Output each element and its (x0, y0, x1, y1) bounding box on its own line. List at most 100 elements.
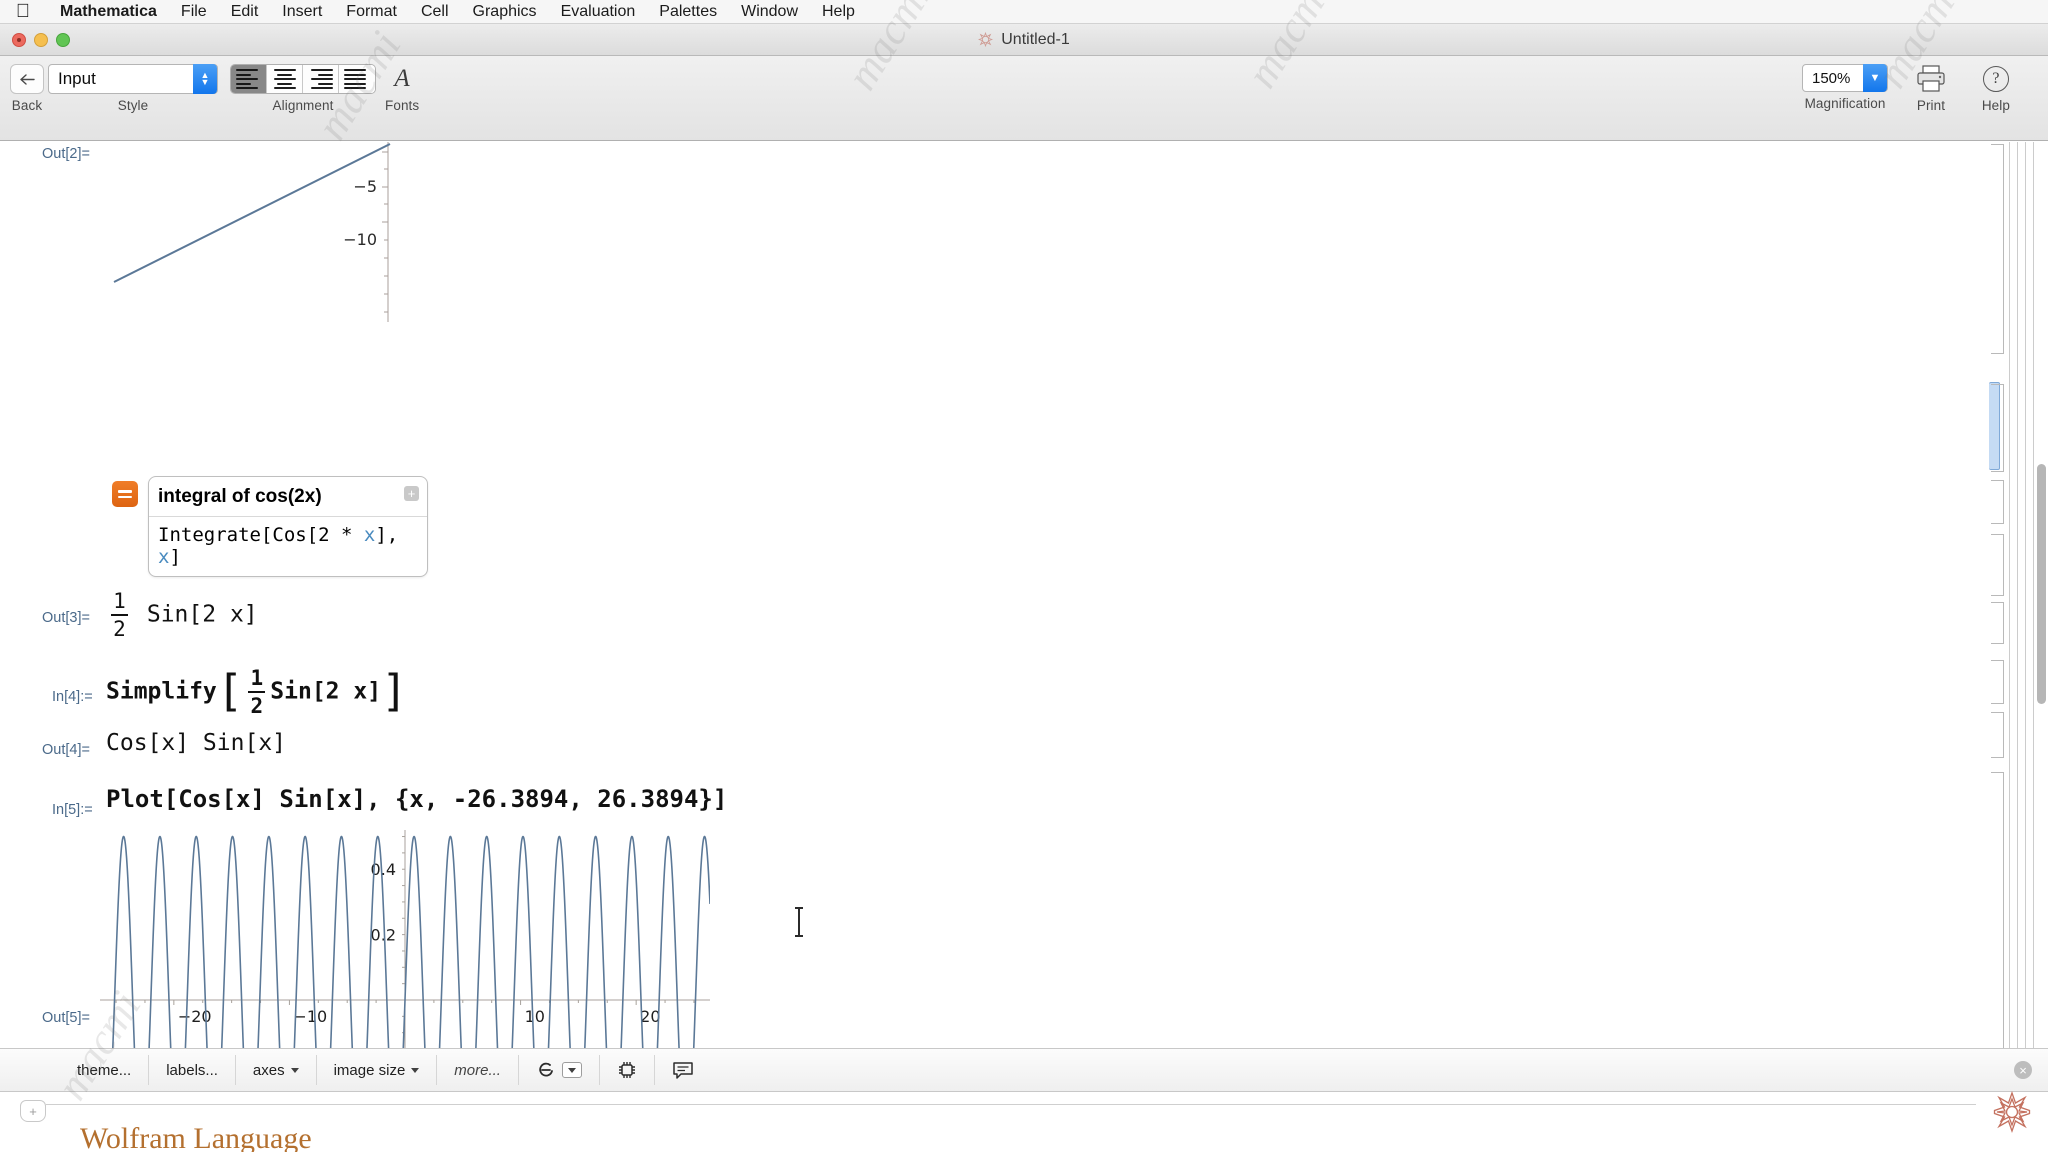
in4-label: In[4]:= (52, 689, 93, 705)
svg-text:−5: −5 (353, 177, 377, 196)
toolbar-group-fonts: A Fonts (385, 64, 419, 113)
svg-text:10: 10 (525, 1007, 545, 1026)
evaluate-icon[interactable] (536, 1060, 556, 1080)
back-button[interactable] (10, 64, 44, 94)
option-theme[interactable]: theme... (60, 1055, 150, 1085)
wolfram-spikey-logo[interactable] (1990, 1090, 2034, 1134)
help-button[interactable]: ? (1982, 66, 2009, 92)
alignment-label: Alignment (272, 98, 334, 113)
menu-item-format[interactable]: Format (334, 0, 409, 24)
align-left-button[interactable] (231, 65, 267, 93)
wolfram-spikey-icon (978, 32, 994, 47)
wolfram-alpha-icon[interactable] (112, 481, 138, 507)
window-title-wrap: Untitled-1 (978, 30, 1070, 49)
graphics-option-bar: theme... labels... axes image size more.… (0, 1048, 2048, 1092)
menu-item-graphics[interactable]: Graphics (461, 0, 549, 24)
style-select-value: Input (58, 69, 96, 88)
in4-head: Simplify (106, 678, 217, 705)
wolframalpha-input-cell[interactable]: integral of cos(2x) + Integrate[Cos[2 * … (112, 476, 428, 577)
close-optionbar-icon[interactable]: × (2014, 1061, 2032, 1079)
align-right-button[interactable] (303, 65, 339, 93)
new-cell-divider[interactable] (46, 1104, 1976, 1105)
fonts-button[interactable]: A (385, 64, 419, 94)
fraction-one-half-2: 1 2 (248, 667, 266, 717)
gear-icon[interactable] (617, 1060, 637, 1080)
maximize-window-button[interactable] (56, 33, 70, 47)
magnification-select[interactable]: 150% ▼ (1802, 64, 1888, 92)
notebook-toolbar: Back Input ▲ ▼ Style Alignment A Fonts 1… (0, 56, 2048, 141)
option-more[interactable]: more... (437, 1055, 519, 1085)
option-image-size[interactable]: image size (317, 1055, 438, 1085)
minimize-window-button[interactable] (34, 33, 48, 47)
notebook-canvas[interactable]: Out[2]= −5 −10 integral of cos(2x) + Int… (0, 142, 2048, 1152)
mathematica-window:  Mathematica File Edit Insert Format Ce… (0, 0, 2048, 1152)
in5-label: In[5]:= (52, 802, 93, 818)
align-justify-button[interactable] (339, 65, 375, 93)
in4-expression[interactable]: Simplify[ 1 2 Sin[2 x]] (106, 667, 408, 717)
magnification-dropdown-icon[interactable]: ▼ (1863, 64, 1887, 92)
out4-expression[interactable]: Cos[x] Sin[x] (106, 730, 286, 756)
insert-cell-button[interactable]: + (20, 1100, 46, 1122)
vertical-scrollbar[interactable] (2037, 464, 2046, 704)
evaluate-dropdown-icon[interactable] (561, 1062, 582, 1078)
window-title-text: Untitled-1 (1001, 30, 1070, 48)
option-settings[interactable] (600, 1055, 655, 1085)
out5-label: Out[5]= (42, 1010, 90, 1026)
font-A-icon: A (394, 65, 410, 92)
alignment-button-bar (230, 64, 376, 94)
in4-expression-rest: Sin[2 x] (270, 678, 382, 705)
toolbar-group-alignment: Alignment (230, 64, 376, 113)
text-cursor-ibeam (793, 907, 805, 937)
menu-item-cell[interactable]: Cell (409, 0, 461, 24)
align-center-button[interactable] (267, 65, 303, 93)
wolframalpha-add-icon[interactable]: + (404, 486, 419, 501)
apple-logo-icon[interactable]:  (14, 2, 32, 22)
comment-icon[interactable] (672, 1060, 694, 1080)
style-select[interactable]: Input ▲ ▼ (48, 64, 218, 94)
option-labels[interactable]: labels... (149, 1055, 236, 1085)
style-label: Style (117, 98, 149, 113)
macos-menubar:  Mathematica File Edit Insert Format Ce… (0, 0, 2048, 24)
out3-expression-rest: Sin[2 x] (146, 601, 258, 628)
wolfram-language-title: Wolfram Language (80, 1122, 312, 1152)
back-arrow-icon (19, 73, 35, 85)
svg-text:0.2: 0.2 (371, 926, 396, 945)
option-comment[interactable] (655, 1055, 711, 1085)
out2-label: Out[2]= (42, 146, 90, 162)
wolframalpha-query-text[interactable]: integral of cos(2x) (149, 477, 427, 517)
back-label: Back (11, 98, 43, 113)
style-stepper-icon[interactable]: ▲ ▼ (193, 64, 217, 94)
toolbar-group-help: ? Help (1982, 64, 2010, 113)
print-button[interactable] (1914, 64, 1948, 94)
fonts-label: Fonts (385, 98, 420, 113)
question-mark-icon: ? (1992, 70, 2000, 87)
menu-item-evaluation[interactable]: Evaluation (549, 0, 648, 24)
printer-icon (1917, 65, 1945, 92)
fraction-one-half: 1 2 (111, 590, 128, 640)
toolbar-group-magnification: 150% ▼ Magnification (1802, 64, 1888, 111)
magnification-label: Magnification (1804, 96, 1886, 111)
menu-item-palettes[interactable]: Palettes (647, 0, 729, 24)
out4-label: Out[4]= (42, 742, 90, 758)
svg-text:−10: −10 (293, 1007, 327, 1026)
chevron-down-icon-2 (411, 1067, 420, 1073)
wolframalpha-box[interactable]: integral of cos(2x) + Integrate[Cos[2 * … (148, 476, 428, 577)
wolframalpha-code-text[interactable]: Integrate[Cos[2 * x], x] (149, 517, 427, 576)
option-axes[interactable]: axes (236, 1055, 317, 1085)
menu-item-insert[interactable]: Insert (270, 0, 334, 24)
close-window-button[interactable] (12, 33, 26, 47)
menu-item-edit[interactable]: Edit (219, 0, 271, 24)
out3-label: Out[3]= (42, 610, 90, 626)
out3-expression[interactable]: 1 2 Sin[2 x] (106, 590, 258, 640)
menu-item-mathematica[interactable]: Mathematica (48, 0, 169, 24)
in5-expression[interactable]: Plot[Cos[x] Sin[x], {x, -26.3894, 26.389… (106, 785, 727, 813)
svg-text:20: 20 (640, 1007, 660, 1026)
new-cell-area[interactable]: + Wolfram Language (0, 1092, 2048, 1152)
out2-line-plot[interactable]: −5 −10 (105, 142, 405, 322)
menu-item-file[interactable]: File (169, 0, 219, 24)
svg-text:−10: −10 (343, 230, 377, 249)
menu-item-help[interactable]: Help (810, 0, 867, 24)
toolbar-group-back: Back (10, 64, 44, 113)
option-evaluate-group[interactable] (519, 1055, 600, 1085)
menu-item-window[interactable]: Window (729, 0, 810, 24)
